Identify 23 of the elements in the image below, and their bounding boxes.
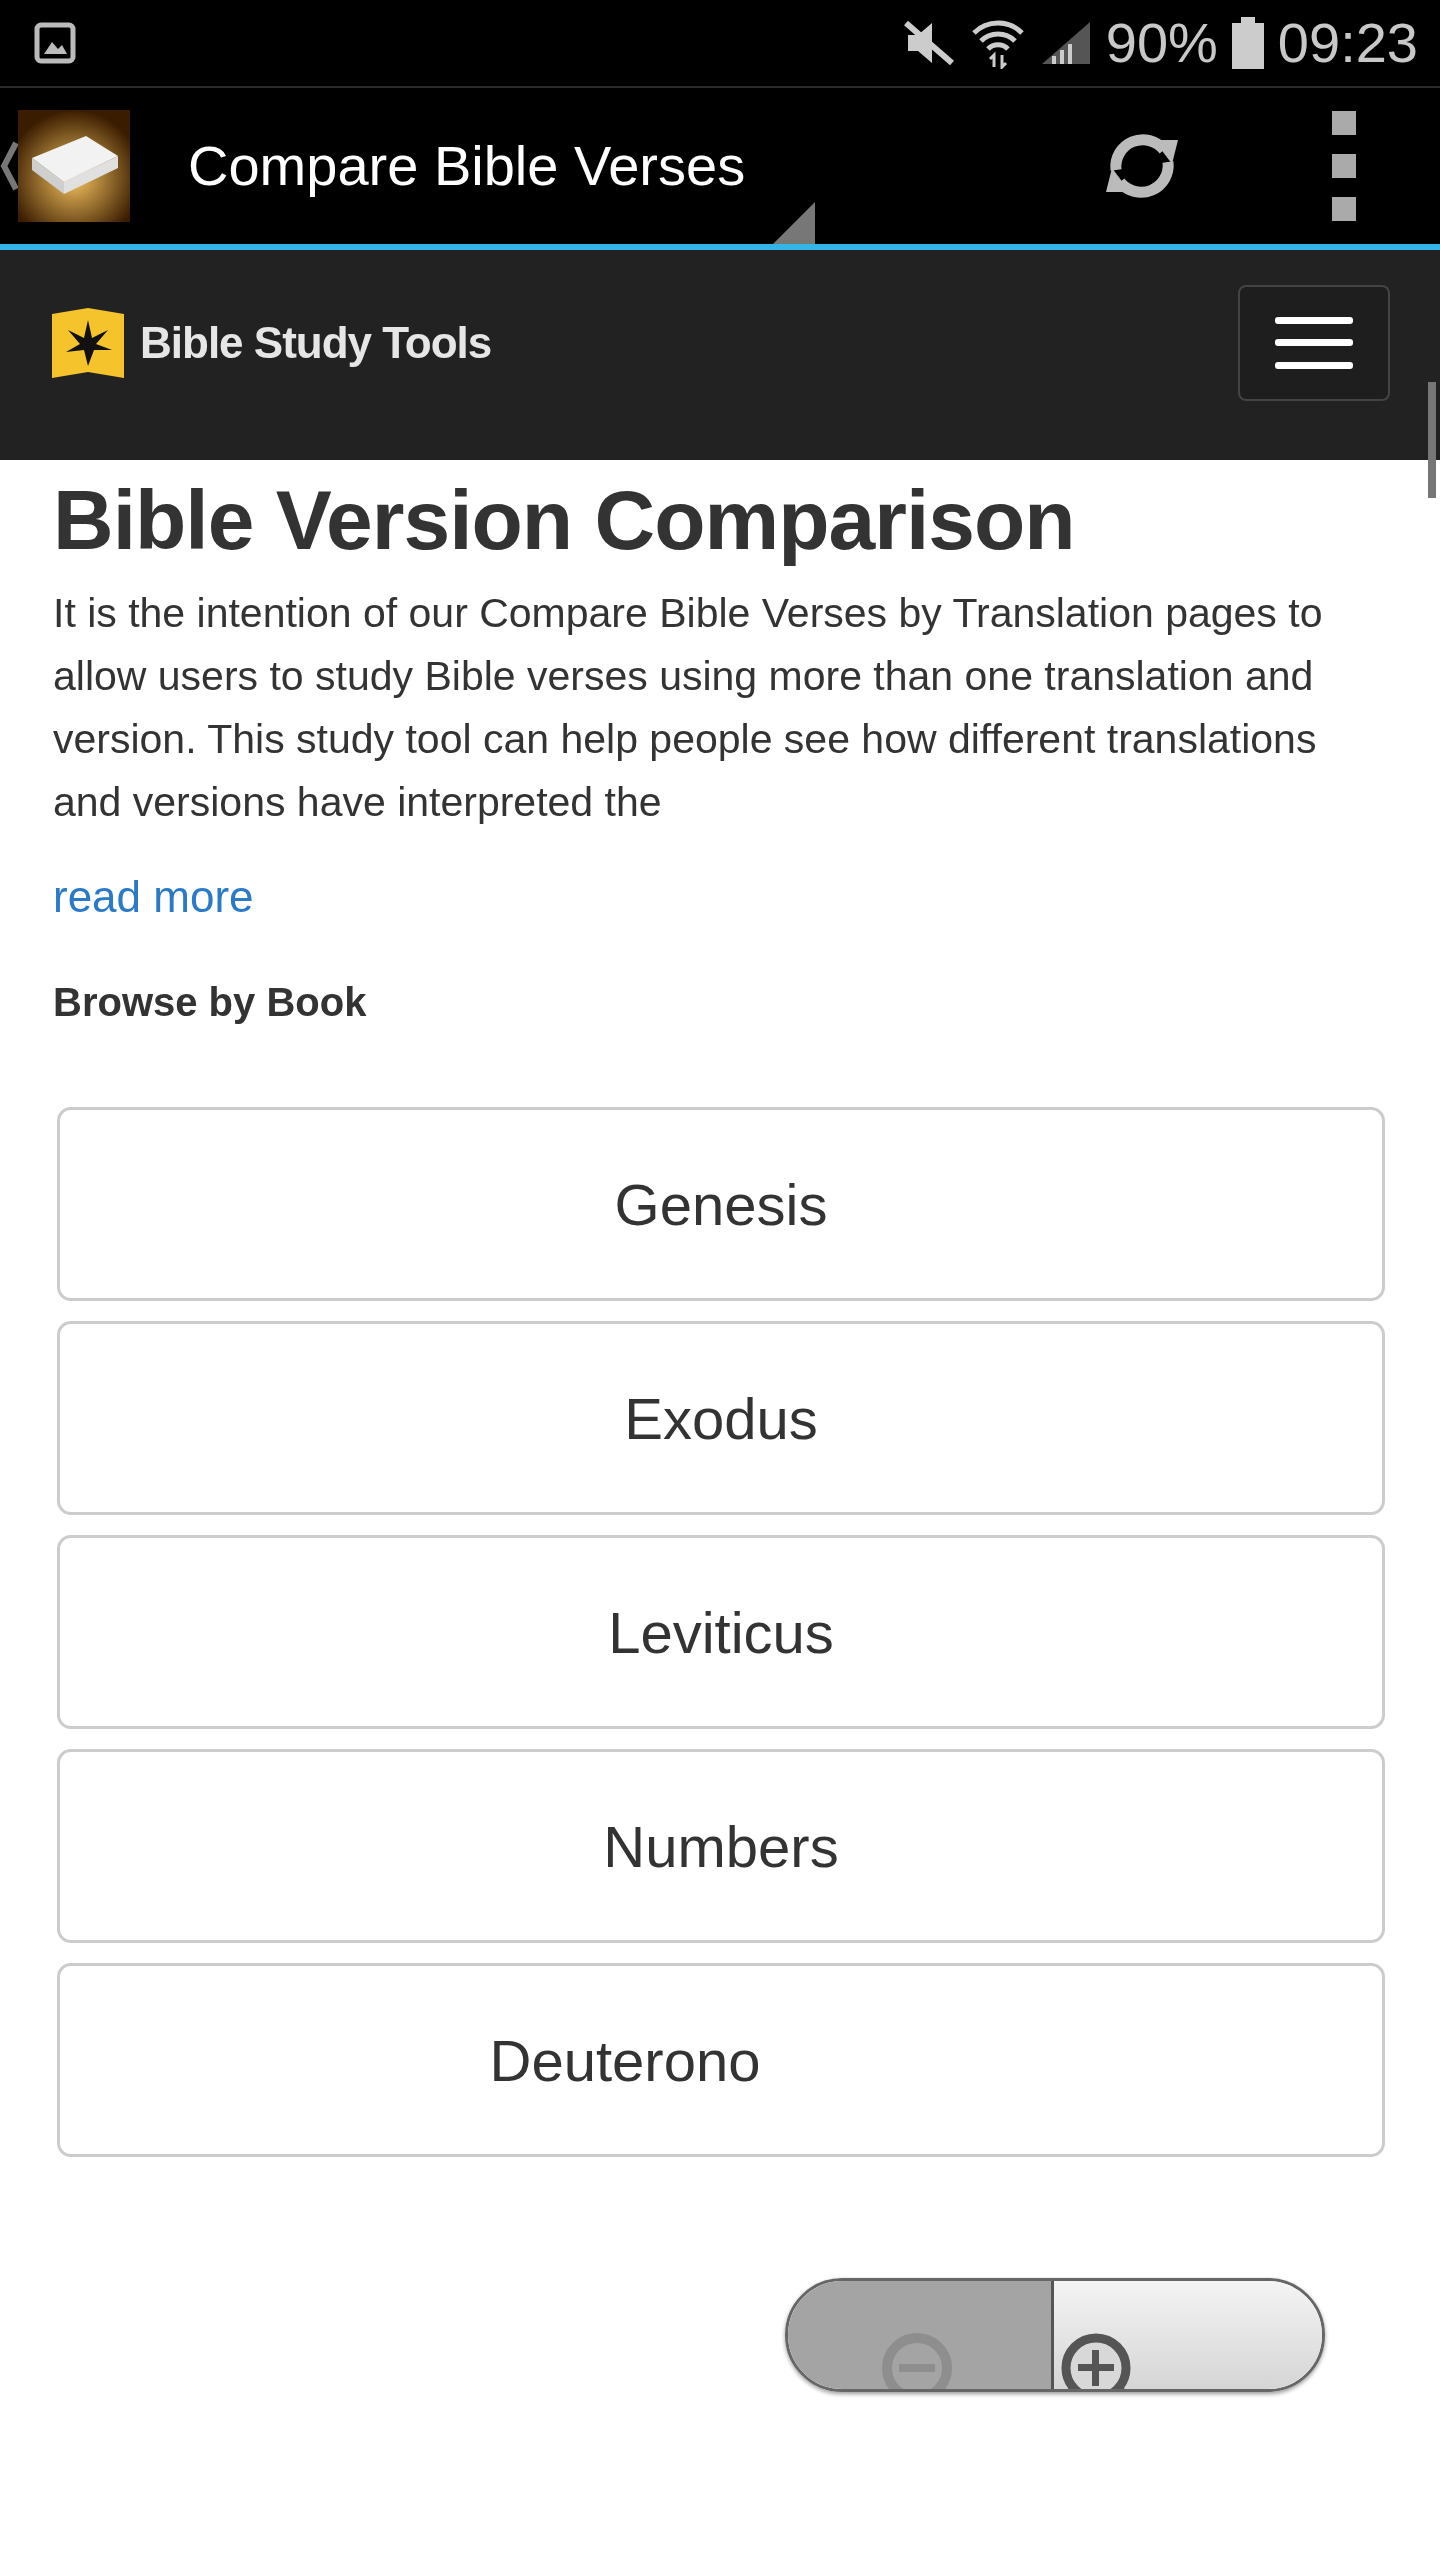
intro-paragraph: It is the intention of our Compare Bible Verses by Translation pages to allow users to study Bible verses using more than one translation and version. This study tool can help people see how different translations and versions have interpreted the: [53, 589, 1324, 827]
mute-icon: [903, 19, 956, 67]
book-button[interactable]: Genesis: [57, 1107, 1385, 1301]
section-heading: Browse by Book: [53, 980, 368, 1025]
gallery-icon: [34, 22, 76, 64]
book-button[interactable]: Exodus: [57, 1321, 1385, 1515]
overflow-menu-icon[interactable]: [1332, 111, 1356, 221]
menu-button[interactable]: [1238, 285, 1390, 401]
menu-icon: [1275, 317, 1353, 369]
book-button[interactable]: Numbers: [57, 1749, 1385, 1943]
book-icon[interactable]: [18, 110, 130, 222]
book-button[interactable]: Deuterono: [57, 1963, 1385, 2157]
star-book-icon: [52, 308, 124, 378]
page-title: Bible Version Comparison: [53, 472, 1076, 569]
battery-percentage: 90%: [1105, 15, 1218, 71]
battery-icon: [1231, 17, 1264, 69]
read-more-link[interactable]: read more: [53, 872, 254, 922]
app-title[interactable]: Compare Bible Verses: [188, 134, 746, 197]
clock: 09:23: [1277, 15, 1418, 71]
site-logo-text[interactable]: Bible Study Tools: [140, 318, 492, 368]
up-caret-icon[interactable]: [0, 141, 18, 191]
dropdown-triangle-icon[interactable]: [773, 202, 816, 244]
book-button[interactable]: Leviticus: [57, 1535, 1385, 1729]
